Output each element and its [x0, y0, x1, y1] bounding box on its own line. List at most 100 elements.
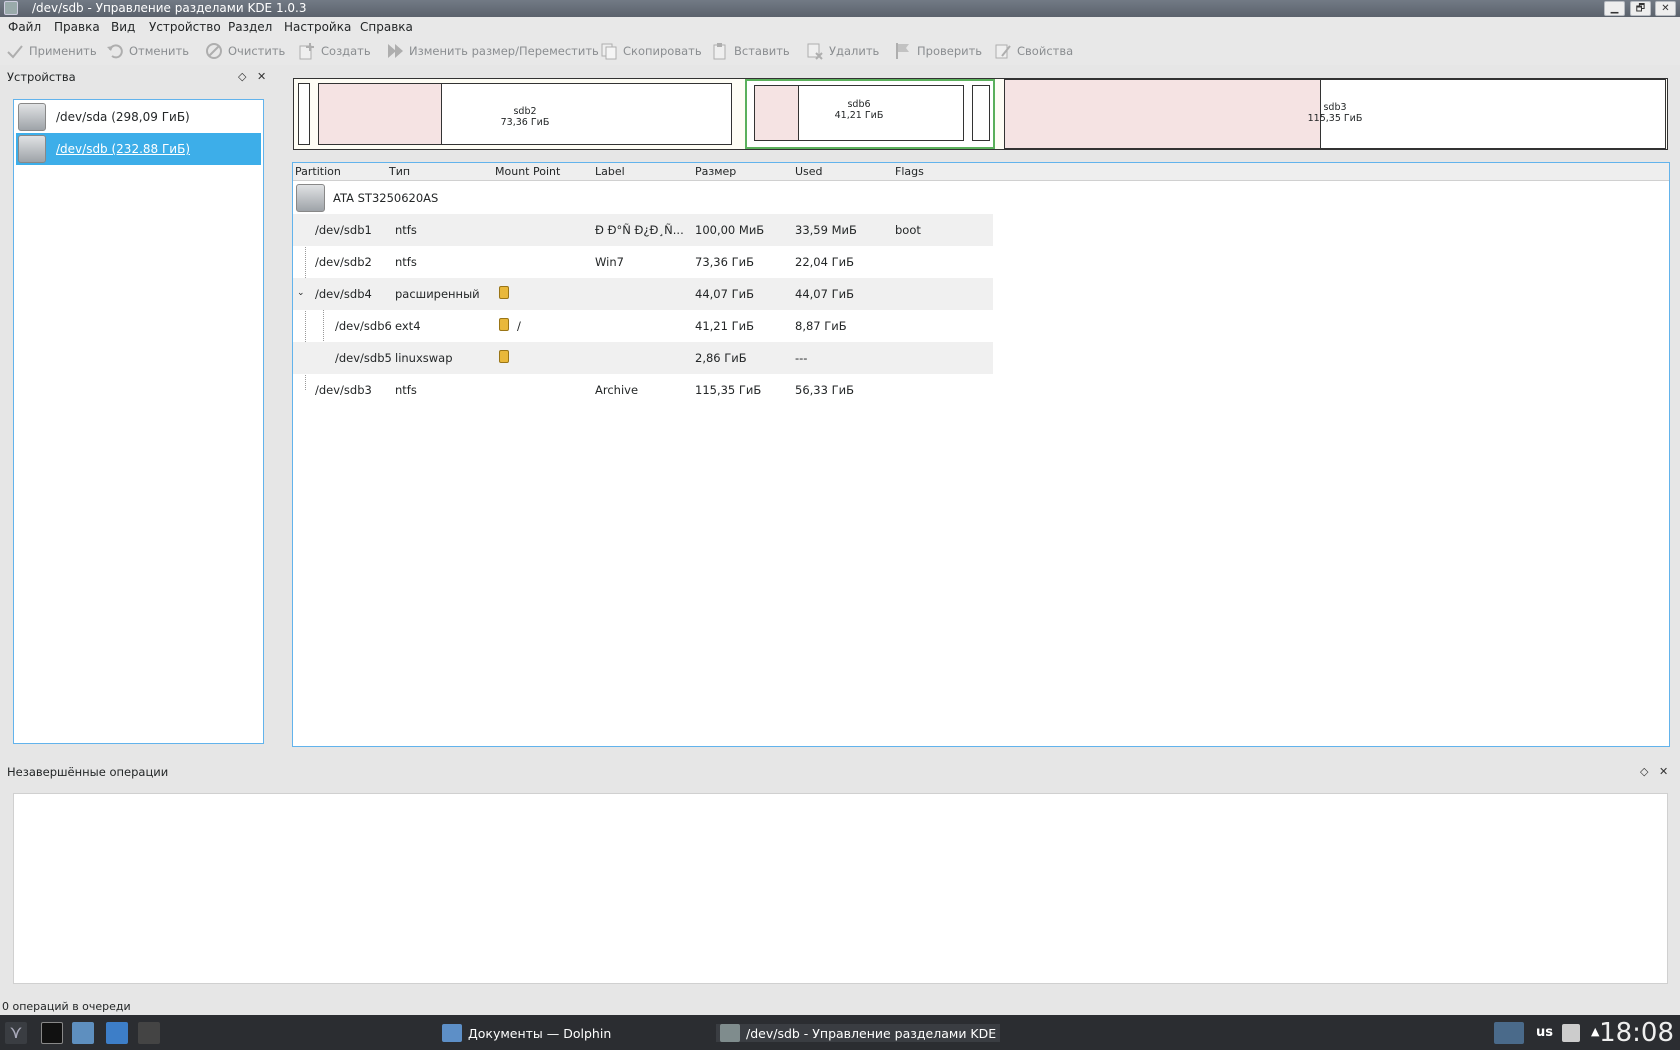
device-label: /dev/sdb (232.88 ГиБ)	[56, 142, 191, 156]
check-button[interactable]: Проверить	[894, 41, 982, 61]
minimize-button[interactable]: ▁	[1604, 1, 1625, 16]
pending-operations-list[interactable]	[13, 793, 1668, 984]
task-label: Документы — Dolphin	[468, 1025, 612, 1041]
menu-bar: Файл Правка Вид Устройство Раздел Настро…	[0, 17, 1680, 37]
create-button[interactable]: Создать	[298, 41, 371, 61]
map-segment-sdb6[interactable]: sdb6 41,21 ГиБ	[754, 85, 964, 141]
network-icon[interactable]	[1562, 1024, 1580, 1042]
restore-button[interactable]: 🗗	[1630, 1, 1651, 16]
table-row-device[interactable]: ATA ST3250620AS	[293, 182, 993, 214]
map-segment-sdb5[interactable]	[972, 85, 990, 141]
title-bar: /dev/sdb - Управление разделами KDE 1.0.…	[0, 0, 1680, 17]
device-list: /dev/sda (298,09 ГиБ) /dev/sdb (232.88 Г…	[13, 99, 264, 744]
document-icon[interactable]	[106, 1022, 128, 1044]
dock-close-button[interactable]: ✕	[257, 70, 266, 83]
apply-label: Применить	[29, 44, 97, 58]
column-header-size[interactable]: Размер	[695, 165, 736, 178]
clear-button[interactable]: Очистить	[205, 41, 285, 61]
delete-button[interactable]: Удалить	[806, 41, 879, 61]
application-window: /dev/sdb - Управление разделами KDE 1.0.…	[0, 0, 1680, 1050]
devices-dock-title: Устройства	[7, 70, 76, 84]
segment-label: sdb3 115,35 ГиБ	[1307, 102, 1363, 124]
cell-size: 100,00 МиБ	[695, 223, 765, 237]
properties-button[interactable]: Свойства	[994, 41, 1073, 61]
cell-partition: /dev/sdb6	[335, 319, 392, 333]
cell-type: linuxswap	[395, 351, 453, 365]
cell-label: Win7	[595, 255, 624, 269]
map-segment-sdb3[interactable]: sdb3 115,35 ГиБ	[1004, 79, 1666, 149]
device-name: ATA ST3250620AS	[333, 191, 439, 205]
close-window-button[interactable]: ✕	[1655, 1, 1676, 16]
cell-type: расширенный	[395, 287, 480, 301]
flag-icon	[894, 42, 912, 60]
column-header-flags[interactable]: Flags	[895, 165, 924, 178]
menu-view[interactable]: Вид	[111, 20, 135, 34]
device-label: /dev/sda (298,09 ГиБ)	[56, 110, 190, 124]
copy-icon	[600, 42, 618, 60]
lock-icon	[499, 350, 509, 363]
keyboard-layout[interactable]: us	[1536, 1025, 1553, 1040]
cell-partition: /dev/sdb4	[315, 287, 372, 301]
toolbar: Применить Отменить Очистить Создать Изме…	[0, 37, 1680, 65]
dock-float-button[interactable]: ◇	[1640, 765, 1648, 778]
resize-move-button[interactable]: Изменить размер/Переместить	[386, 41, 599, 61]
task-dolphin[interactable]: Документы — Dolphin	[442, 1024, 611, 1042]
cell-size: 73,36 ГиБ	[695, 255, 754, 269]
table-row[interactable]: ⌄ /dev/sdb4 расширенный 44,07 ГиБ 44,07 …	[293, 278, 993, 310]
application-launcher-icon[interactable]: ⋎	[5, 1022, 27, 1044]
segment-label: sdb2 73,36 ГиБ	[500, 106, 550, 128]
menu-device[interactable]: Устройство	[149, 20, 221, 34]
partition-manager-app-icon[interactable]	[4, 1, 18, 15]
cell-used: 22,04 ГиБ	[795, 255, 854, 269]
folder-icon	[442, 1024, 462, 1042]
paste-icon	[711, 42, 729, 60]
cell-size: 115,35 ГиБ	[695, 383, 762, 397]
clock[interactable]: 18:08	[1599, 1018, 1674, 1048]
column-header-type[interactable]: Тип	[389, 165, 410, 178]
hard-disk-icon	[18, 103, 46, 131]
clear-label: Очистить	[228, 44, 286, 58]
map-segment-sdb2[interactable]: sdb2 73,36 ГиБ	[318, 83, 732, 145]
map-segment-sdb1[interactable]	[298, 83, 310, 145]
terminal-icon[interactable]	[41, 1022, 63, 1044]
device-item-sda[interactable]: /dev/sda (298,09 ГиБ)	[16, 101, 261, 133]
segment-label: sdb6 41,21 ГиБ	[834, 99, 884, 121]
column-header-used[interactable]: Used	[795, 165, 823, 178]
dock-close-button[interactable]: ✕	[1659, 765, 1668, 778]
menu-edit[interactable]: Правка	[54, 20, 100, 34]
hard-disk-icon	[18, 135, 46, 163]
cell-partition: /dev/sdb2	[315, 255, 372, 269]
menu-settings[interactable]: Настройка	[284, 20, 351, 34]
map-extended-sdb4[interactable]: sdb6 41,21 ГиБ	[745, 79, 995, 149]
task-partition-manager[interactable]: /dev/sdb - Управление разделами KDE	[716, 1024, 1001, 1042]
table-row[interactable]: /dev/sdb1 ntfs Ð Ð°Ñ Ð¿Ð¸Ñ... 100,00 МиБ…	[293, 214, 993, 246]
clear-icon	[205, 42, 223, 60]
column-header-mount-point[interactable]: Mount Point	[495, 165, 560, 178]
cell-type: ntfs	[395, 383, 417, 397]
apply-button[interactable]: Применить	[6, 41, 97, 61]
paste-button[interactable]: Вставить	[711, 41, 790, 61]
copy-button[interactable]: Скопировать	[600, 41, 702, 61]
taskbar: ⋎ Документы — Dolphin /dev/sdb - Управле…	[0, 1015, 1680, 1050]
device-item-sdb[interactable]: /dev/sdb (232.88 ГиБ)	[16, 133, 261, 165]
steam-icon[interactable]	[138, 1022, 160, 1044]
display-icon[interactable]	[1494, 1022, 1524, 1044]
table-row[interactable]: /dev/sdb5 linuxswap 2,86 ГиБ ---	[293, 342, 993, 374]
task-label: /dev/sdb - Управление разделами KDE	[746, 1025, 997, 1041]
image-viewer-icon[interactable]	[72, 1022, 94, 1044]
menu-help[interactable]: Справка	[360, 20, 413, 34]
cell-type: ntfs	[395, 255, 417, 269]
table-row[interactable]: /dev/sdb3 ntfs Archive 115,35 ГиБ 56,33 …	[293, 374, 993, 406]
menu-partition[interactable]: Раздел	[228, 20, 272, 34]
column-header-label[interactable]: Label	[595, 165, 625, 178]
create-label: Создать	[321, 44, 371, 58]
cell-type: ntfs	[395, 223, 417, 237]
table-row[interactable]: /dev/sdb2 ntfs Win7 73,36 ГиБ 22,04 ГиБ	[293, 246, 993, 278]
undo-button[interactable]: Отменить	[106, 41, 189, 61]
table-row[interactable]: /dev/sdb6 ext4 / 41,21 ГиБ 8,87 ГиБ	[293, 310, 993, 342]
dock-float-button[interactable]: ◇	[238, 70, 246, 83]
collapse-arrow-icon[interactable]: ⌄	[297, 288, 305, 298]
menu-file[interactable]: Файл	[8, 20, 41, 34]
window-title: /dev/sdb - Управление разделами KDE 1.0.…	[32, 1, 307, 15]
column-header-partition[interactable]: Partition	[295, 165, 341, 178]
